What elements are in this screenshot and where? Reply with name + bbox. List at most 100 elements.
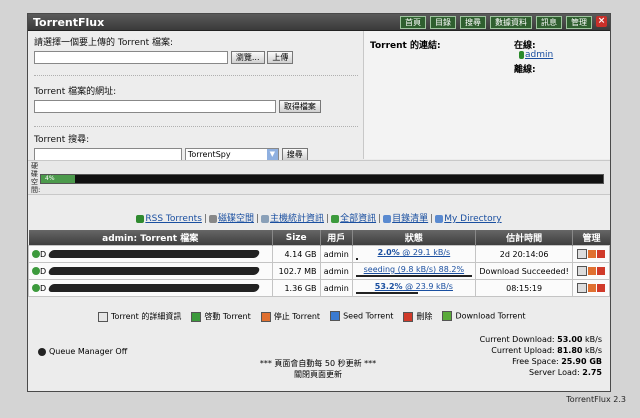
nav-messages[interactable]: 訊息 [536, 16, 562, 29]
nav-directory[interactable]: 目錄 [430, 16, 456, 29]
stat-line: Current Download: 53.00 kB/s [480, 334, 602, 345]
search-engine-value: TorrentSpy [187, 150, 231, 159]
redacted-name [47, 250, 261, 258]
quick-link-3[interactable]: 全部資訊 [340, 214, 376, 224]
torrent-user: admin [319, 279, 354, 297]
legend-icon [98, 311, 108, 322]
quick-link-2[interactable]: 主機統計資訊 [270, 214, 324, 224]
chevron-down-icon: ▼ [266, 149, 278, 160]
details-icon[interactable] [576, 249, 587, 259]
torrent-name-cell[interactable]: D [28, 262, 273, 280]
legend-label: Torrent 的詳細資訊 [111, 312, 182, 321]
quick-link-0[interactable]: RSS Torrents [145, 214, 202, 224]
close-icon[interactable]: × [596, 16, 607, 27]
torrent-size: 4.14 GB [271, 245, 321, 263]
offline-label: 離線: [514, 65, 536, 75]
legend-label: Seed Torrent [343, 311, 394, 321]
url-input[interactable] [34, 100, 276, 113]
torrent-name: D [40, 266, 47, 276]
running-icon [32, 250, 40, 258]
stat-unit: kB/s [582, 346, 602, 355]
version-label: TorrentFlux 2.3 [566, 395, 626, 404]
col-torrent-file[interactable]: admin: Torrent 檔案 [28, 230, 273, 246]
browse-button[interactable]: 瀏覽... [230, 51, 265, 64]
user-icon [519, 50, 524, 59]
disable-refresh-link[interactable]: 關閉頁面更新 [228, 369, 408, 380]
stat-value: 25.90 GB [561, 357, 602, 366]
quick-link-4[interactable]: 目錄清單 [392, 214, 428, 224]
col-user[interactable]: 用戶 [320, 230, 354, 246]
table-header: admin: Torrent 檔案 Size 用戶 狀態 估計時間 管理 [28, 230, 610, 246]
delete-icon[interactable] [596, 250, 605, 258]
main-window: TorrentFlux 首頁 目錄 搜尋 數據資料 訊息 管理 × 請選擇一個要… [27, 13, 611, 392]
stop-icon[interactable] [587, 284, 596, 292]
stat-label: Current Download: [479, 335, 558, 344]
url-label: Torrent 檔案的網址: [34, 87, 117, 97]
action-legend: Torrent 的詳細資訊 啓動 Torrent 停止 Torrent Seed To… [98, 311, 578, 322]
stat-value: 81.80 [557, 346, 583, 355]
nav-search[interactable]: 搜尋 [460, 16, 486, 29]
queue-manager-text: Queue Manager Off [49, 347, 128, 356]
stop-icon[interactable] [587, 250, 596, 258]
delete-icon[interactable] [596, 284, 605, 292]
col-eta[interactable]: 估計時間 [475, 230, 574, 246]
search-label: Torrent 搜尋: [34, 135, 90, 145]
upload-label: 請選擇一個要上傳的 Torrent 檔案: [34, 38, 174, 48]
table-row[interactable]: D 4.14 GB admin 2.0% @ 29.1 kB/s 2d 20:14:06 [28, 245, 610, 263]
col-status[interactable]: 狀態 [352, 230, 476, 246]
status-detail: seeding (9.8 kB/s) 88.2% [363, 265, 465, 274]
link-separator: | [203, 214, 207, 224]
online-user-link[interactable]: admin [519, 50, 553, 60]
quick-link-icon [331, 214, 340, 223]
torrent-status[interactable]: seeding (9.8 kB/s) 88.2% [352, 262, 476, 280]
details-icon[interactable] [576, 266, 587, 276]
progress-bar [356, 275, 472, 277]
torrent-status[interactable]: 53.2% @ 23.9 kB/s [352, 279, 476, 297]
legend-item-0: Torrent 的詳細資訊 [98, 311, 181, 322]
quick-link-5[interactable]: My Directory [444, 214, 501, 224]
stat-label: Free Space: [512, 357, 562, 366]
col-size[interactable]: Size [272, 230, 321, 246]
status-percent: 2.0% [377, 248, 400, 257]
torrent-eta: 2d 20:14:06 [474, 245, 574, 263]
link-separator: | [378, 214, 382, 224]
legend-item-4: 刪除 [403, 311, 432, 322]
legend-icon [442, 311, 453, 321]
nav-stats[interactable]: 數據資料 [490, 16, 532, 29]
torrent-table: admin: Torrent 檔案 Size 用戶 狀態 估計時間 管理 D 4.… [28, 230, 610, 297]
fetch-button[interactable]: 取得檔案 [278, 100, 321, 113]
nav-home[interactable]: 首頁 [400, 16, 426, 29]
stop-icon[interactable] [587, 267, 596, 275]
nav-admin[interactable]: 管理 [566, 16, 592, 29]
legend-label: 啓動 Torrent [204, 312, 251, 321]
quick-links: RSS Torrents | 磁碟空間 | 主機統計資訊 | 全部資訊 | 目錄清單 | My Di… [28, 211, 610, 227]
upload-button[interactable]: 上傳 [267, 51, 294, 64]
torrent-name-cell[interactable]: D [28, 245, 273, 263]
upload-file-input[interactable] [34, 51, 228, 64]
queue-manager-icon [38, 347, 46, 356]
stat-line: Free Space: 25.90 GB [480, 356, 602, 367]
disk-space-bar: 4% [40, 174, 604, 184]
torrent-status[interactable]: 2.0% @ 29.1 kB/s [352, 245, 476, 263]
delete-icon[interactable] [596, 267, 605, 275]
legend-label: Download Torrent [455, 311, 526, 321]
disk-space-fill: 4% [41, 175, 75, 183]
quick-link-icon [136, 214, 145, 223]
top-area: 請選擇一個要上傳的 Torrent 檔案: 瀏覽... 上傳 Torrent 檔… [28, 31, 610, 161]
running-icon [32, 284, 40, 292]
col-admin: 管理 [572, 230, 610, 246]
refresh-line: *** 頁面會自動每 50 秒更新 *** [259, 359, 377, 368]
table-row[interactable]: D 102.7 MB admin seeding (9.8 kB/s) 88.2% Do… [28, 262, 610, 280]
quick-link-icon [208, 214, 217, 223]
link-separator: | [326, 214, 330, 224]
links-title: Torrent 的連結: [370, 41, 441, 51]
stat-line: Current Upload: 81.80 kB/s [480, 345, 602, 356]
torrent-name-cell[interactable]: D [28, 279, 273, 297]
quick-link-1[interactable]: 磁碟空間 [218, 214, 254, 224]
disk-label: 硬碟空間: [31, 162, 41, 194]
stat-value: 53.00 [557, 335, 583, 344]
status-percent: 53.2% [374, 282, 403, 291]
details-icon[interactable] [576, 283, 587, 293]
status-detail: @ 29.1 kB/s [399, 248, 451, 257]
table-row[interactable]: D 1.36 GB admin 53.2% @ 23.9 kB/s 08:15:19 [28, 279, 610, 297]
